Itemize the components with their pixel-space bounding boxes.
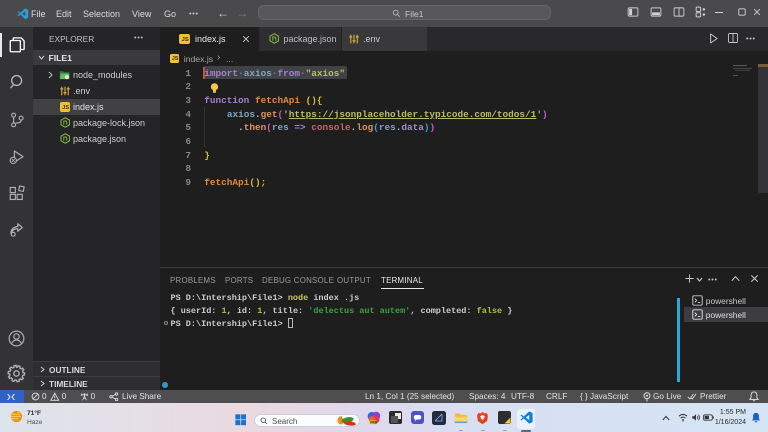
svg-text:PRB: PRB	[370, 420, 378, 424]
